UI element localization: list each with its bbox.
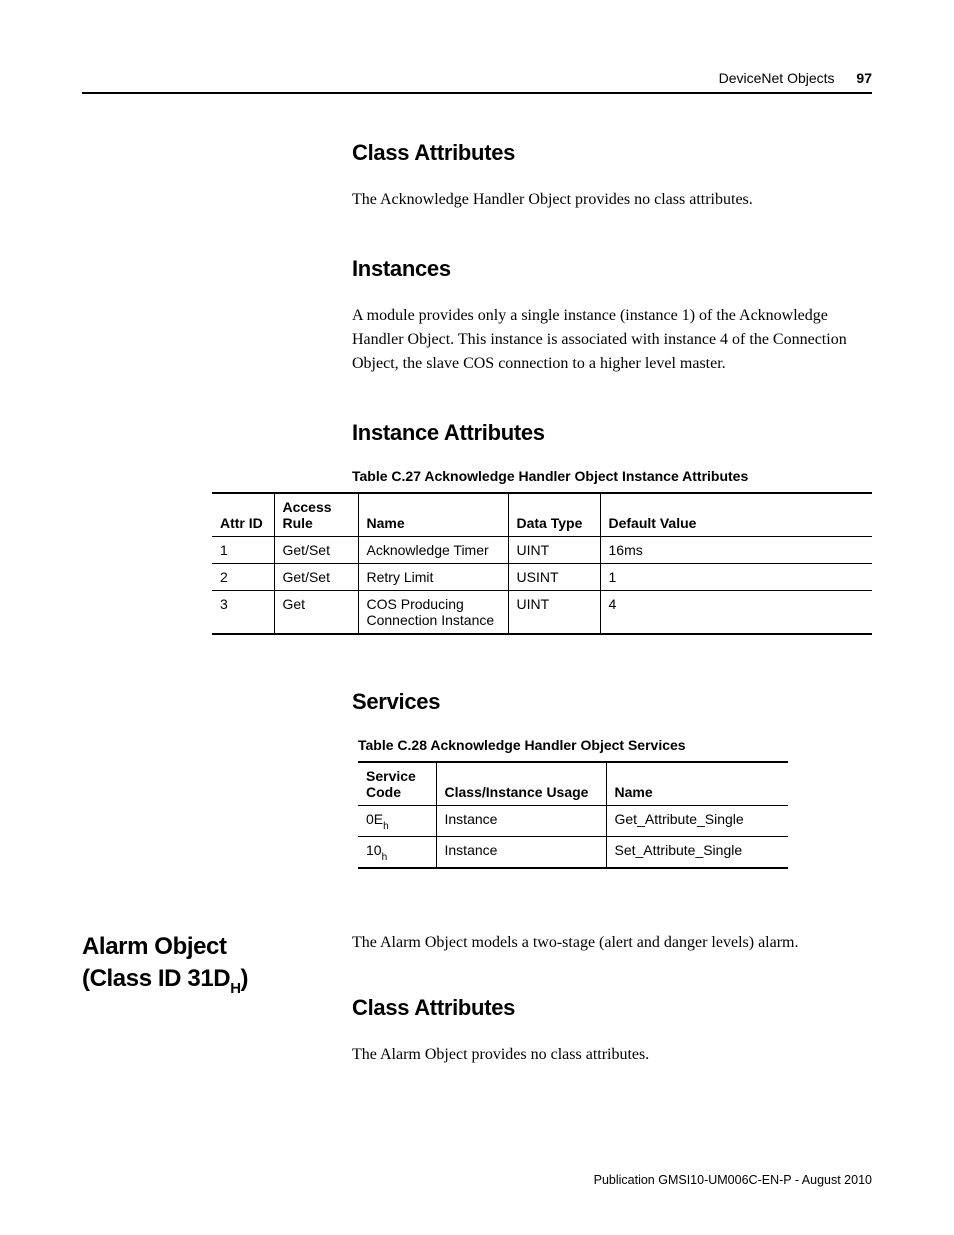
table-c27-caption: Table C.27 Acknowledge Handler Object In… [352, 468, 872, 484]
content-area: Class Attributes The Acknowledge Handler… [82, 130, 872, 1145]
table-row: 0Eh Instance Get_Attribute_Single [358, 806, 788, 837]
alarm-main: The Alarm Object models a two-stage (ale… [352, 931, 872, 1101]
cell: 16ms [600, 537, 872, 564]
th-name: Name [606, 762, 788, 806]
code-main: 0E [366, 811, 383, 827]
code-sub: h [383, 821, 389, 832]
th-data-type: Data Type [508, 493, 600, 537]
table-c28: Service Code Class/Instance Usage Name 0… [358, 761, 788, 869]
services-block: Services Table C.28 Acknowledge Handler … [352, 689, 872, 869]
cell: Instance [436, 806, 606, 837]
cell: 2 [212, 564, 274, 591]
cell: 3 [212, 591, 274, 635]
table-c28-caption: Table C.28 Acknowledge Handler Object Se… [358, 737, 872, 753]
body-alarm-intro: The Alarm Object models a two-stage (ale… [352, 931, 872, 955]
header-section: DeviceNet Objects [719, 70, 835, 86]
code-sub: h [382, 852, 388, 863]
page-number: 97 [856, 70, 872, 86]
table-c27: Attr ID Access Rule Name Data Type Defau… [212, 492, 872, 635]
th-default-value: Default Value [600, 493, 872, 537]
table-c27-header-row: Attr ID Access Rule Name Data Type Defau… [212, 493, 872, 537]
cell: COS Producing Connection Instance [358, 591, 508, 635]
cell: 10h [358, 836, 436, 867]
cell: Get [274, 591, 358, 635]
page: DeviceNet Objects 97 Class Attributes Th… [0, 0, 954, 1235]
cell: Get_Attribute_Single [606, 806, 788, 837]
th-access-rule: Access Rule [274, 493, 358, 537]
cell: Instance [436, 836, 606, 867]
code-main: 10 [366, 842, 382, 858]
alarm-object-block: Alarm Object (Class ID 31DH) The Alarm O… [352, 931, 872, 1101]
table-row: 1 Get/Set Acknowledge Timer UINT 16ms [212, 537, 872, 564]
side-heading-line1: Alarm Object [82, 933, 227, 960]
table-row: 2 Get/Set Retry Limit USINT 1 [212, 564, 872, 591]
side-heading-wrap: Alarm Object (Class ID 31DH) [82, 931, 352, 998]
cell: UINT [508, 591, 600, 635]
right-column: Class Attributes The Acknowledge Handler… [352, 140, 872, 1101]
side-heading-line2-sub: H [230, 981, 240, 997]
cell: Retry Limit [358, 564, 508, 591]
cell: Get/Set [274, 564, 358, 591]
heading-instance-attributes: Instance Attributes [352, 420, 872, 446]
cell: 4 [600, 591, 872, 635]
body-class-attributes-2: The Alarm Object provides no class attri… [352, 1043, 872, 1067]
body-instances: A module provides only a single instance… [352, 304, 872, 376]
heading-instances: Instances [352, 256, 872, 282]
side-heading-line2-pre: (Class ID 31D [82, 965, 230, 992]
cell: Get/Set [274, 537, 358, 564]
cell: Acknowledge Timer [358, 537, 508, 564]
th-attr-id: Attr ID [212, 493, 274, 537]
running-header: DeviceNet Objects 97 [719, 70, 872, 86]
footer-publication: Publication GMSI10-UM006C-EN-P - August … [594, 1173, 872, 1187]
instance-attributes-block: Instance Attributes Table C.27 Acknowled… [352, 420, 872, 635]
heading-class-attributes-2: Class Attributes [352, 995, 872, 1021]
table-row: 10h Instance Set_Attribute_Single [358, 836, 788, 867]
cell: Set_Attribute_Single [606, 836, 788, 867]
cell: UINT [508, 537, 600, 564]
heading-class-attributes-1: Class Attributes [352, 140, 872, 166]
side-heading-line2-post: ) [241, 965, 249, 992]
class-attributes-block-1: Class Attributes The Acknowledge Handler… [352, 140, 872, 212]
cell: 0Eh [358, 806, 436, 837]
cell: 1 [212, 537, 274, 564]
table-c28-header-row: Service Code Class/Instance Usage Name [358, 762, 788, 806]
th-class-instance-usage: Class/Instance Usage [436, 762, 606, 806]
th-name: Name [358, 493, 508, 537]
side-heading-alarm-object: Alarm Object (Class ID 31DH) [82, 931, 352, 998]
header-rule [82, 92, 872, 94]
cell: 1 [600, 564, 872, 591]
th-service-code: Service Code [358, 762, 436, 806]
table-row: 3 Get COS Producing Connection Instance … [212, 591, 872, 635]
instances-block: Instances A module provides only a singl… [352, 256, 872, 376]
heading-services: Services [352, 689, 872, 715]
body-class-attributes-1: The Acknowledge Handler Object provides … [352, 188, 872, 212]
cell: USINT [508, 564, 600, 591]
